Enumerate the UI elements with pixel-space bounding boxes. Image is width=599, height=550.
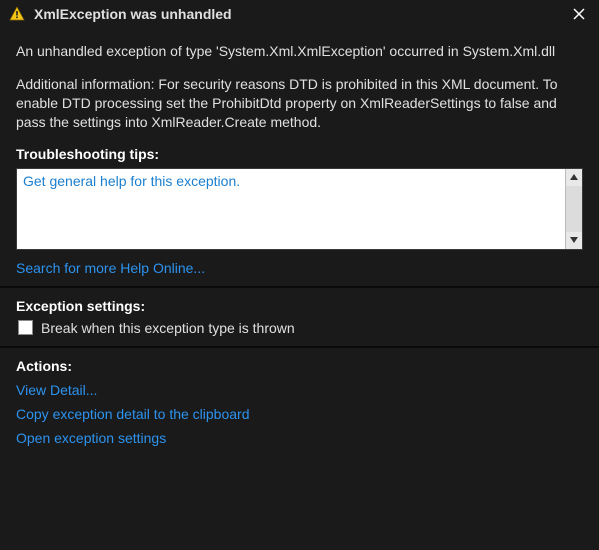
copy-exception-link[interactable]: Copy exception detail to the clipboard xyxy=(16,406,249,422)
break-on-thrown-checkbox[interactable] xyxy=(18,320,33,335)
tips-listbox[interactable]: Get general help for this exception. xyxy=(16,168,583,250)
exception-additional-info: Additional information: For security rea… xyxy=(16,75,583,132)
dialog-title: XmlException was unhandled xyxy=(34,6,567,22)
break-on-thrown-label: Break when this exception type is thrown xyxy=(41,320,295,336)
search-help-online-link[interactable]: Search for more Help Online... xyxy=(16,260,205,276)
tips-scrollbar[interactable] xyxy=(565,169,582,249)
tip-general-help-link[interactable]: Get general help for this exception. xyxy=(23,173,240,189)
actions-heading: Actions: xyxy=(16,358,583,374)
divider xyxy=(0,346,599,348)
view-detail-link[interactable]: View Detail... xyxy=(16,382,97,398)
actions-section: Actions: View Detail... Copy exception d… xyxy=(16,358,583,446)
scroll-down-button[interactable] xyxy=(566,232,582,249)
divider xyxy=(0,286,599,288)
scroll-up-button[interactable] xyxy=(566,169,582,186)
close-icon xyxy=(573,8,585,20)
break-on-thrown-row: Break when this exception type is thrown xyxy=(18,320,583,336)
warning-icon xyxy=(8,5,26,23)
tips-listbox-content: Get general help for this exception. xyxy=(17,169,565,249)
chevron-up-icon xyxy=(570,174,578,180)
exception-summary: An unhandled exception of type 'System.X… xyxy=(16,42,583,61)
title-bar: XmlException was unhandled xyxy=(0,0,599,28)
close-button[interactable] xyxy=(567,2,591,26)
open-exception-settings-link[interactable]: Open exception settings xyxy=(16,430,166,446)
troubleshooting-heading: Troubleshooting tips: xyxy=(16,146,583,162)
exception-settings-heading: Exception settings: xyxy=(16,298,583,314)
dialog-body: An unhandled exception of type 'System.X… xyxy=(0,28,599,464)
scroll-track[interactable] xyxy=(566,186,582,232)
chevron-down-icon xyxy=(570,237,578,243)
